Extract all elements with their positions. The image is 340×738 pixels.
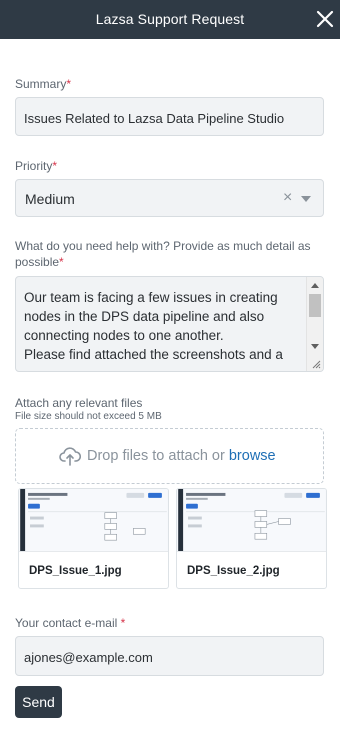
drop-instruction: Drop files to attach or browse	[87, 448, 276, 464]
priority-label: Priority*	[15, 159, 57, 173]
scroll-up-arrow-icon[interactable]	[311, 283, 319, 288]
help-label: What do you need help with? Provide as m…	[15, 238, 325, 270]
summary-input[interactable]: Issues Related to Lazsa Data Pipeline St…	[15, 97, 324, 136]
file-size-note: File size should not exceed 5 MB	[15, 411, 162, 422]
textarea-scrollbar[interactable]	[306, 277, 323, 371]
email-value: ajones@example.com	[24, 650, 153, 665]
email-field[interactable]: ajones@example.com	[15, 636, 324, 676]
dialog-header: Lazsa Support Request	[0, 0, 340, 39]
required-mark: *	[52, 159, 58, 173]
summary-label: Summary*	[15, 77, 71, 91]
email-label: Your contact e-mail *	[15, 616, 125, 630]
priority-label-text: Priority	[15, 159, 53, 173]
file-dropzone[interactable]: Drop files to attach or browse	[15, 428, 324, 484]
attachment-filename: DPS_Issue_1.jpg	[29, 565, 122, 577]
browse-link[interactable]: browse	[229, 448, 276, 464]
chevron-down-icon[interactable]	[301, 196, 311, 202]
close-button[interactable]	[314, 8, 336, 30]
help-textarea-value: Our team is facing a few issues in creat…	[24, 290, 283, 362]
clear-selection-icon[interactable]: ×	[283, 190, 297, 206]
email-label-text: Your contact e-mail	[15, 616, 118, 630]
attachment-filename: DPS_Issue_2.jpg	[187, 565, 280, 577]
attach-label: Attach any relevant files	[15, 396, 143, 410]
summary-value: Issues Related to Lazsa Data Pipeline St…	[24, 111, 285, 126]
required-mark: *	[66, 77, 72, 91]
required-mark: *	[120, 616, 126, 630]
attachment-thumbnail	[19, 489, 168, 552]
help-textarea[interactable]: Our team is facing a few issues in creat…	[15, 276, 324, 372]
close-icon	[316, 10, 334, 28]
dialog-title: Lazsa Support Request	[95, 11, 245, 27]
attachment-card[interactable]: DPS_Issue_1.jpg	[18, 488, 169, 589]
summary-label-text: Summary	[15, 77, 67, 91]
resize-handle-icon[interactable]	[311, 359, 321, 369]
attachment-thumbnail	[177, 489, 326, 552]
priority-value: Medium	[25, 191, 75, 207]
drop-text: Drop files to attach or	[87, 448, 225, 464]
send-button[interactable]: Send	[15, 686, 62, 718]
cloud-upload-icon	[59, 447, 81, 466]
scrollbar-thumb[interactable]	[309, 294, 321, 317]
required-mark: *	[59, 255, 64, 269]
attachment-card[interactable]: DPS_Issue_2.jpg	[176, 488, 327, 589]
priority-select[interactable]: Medium ×	[15, 179, 324, 217]
scroll-down-arrow-icon[interactable]	[311, 344, 319, 349]
